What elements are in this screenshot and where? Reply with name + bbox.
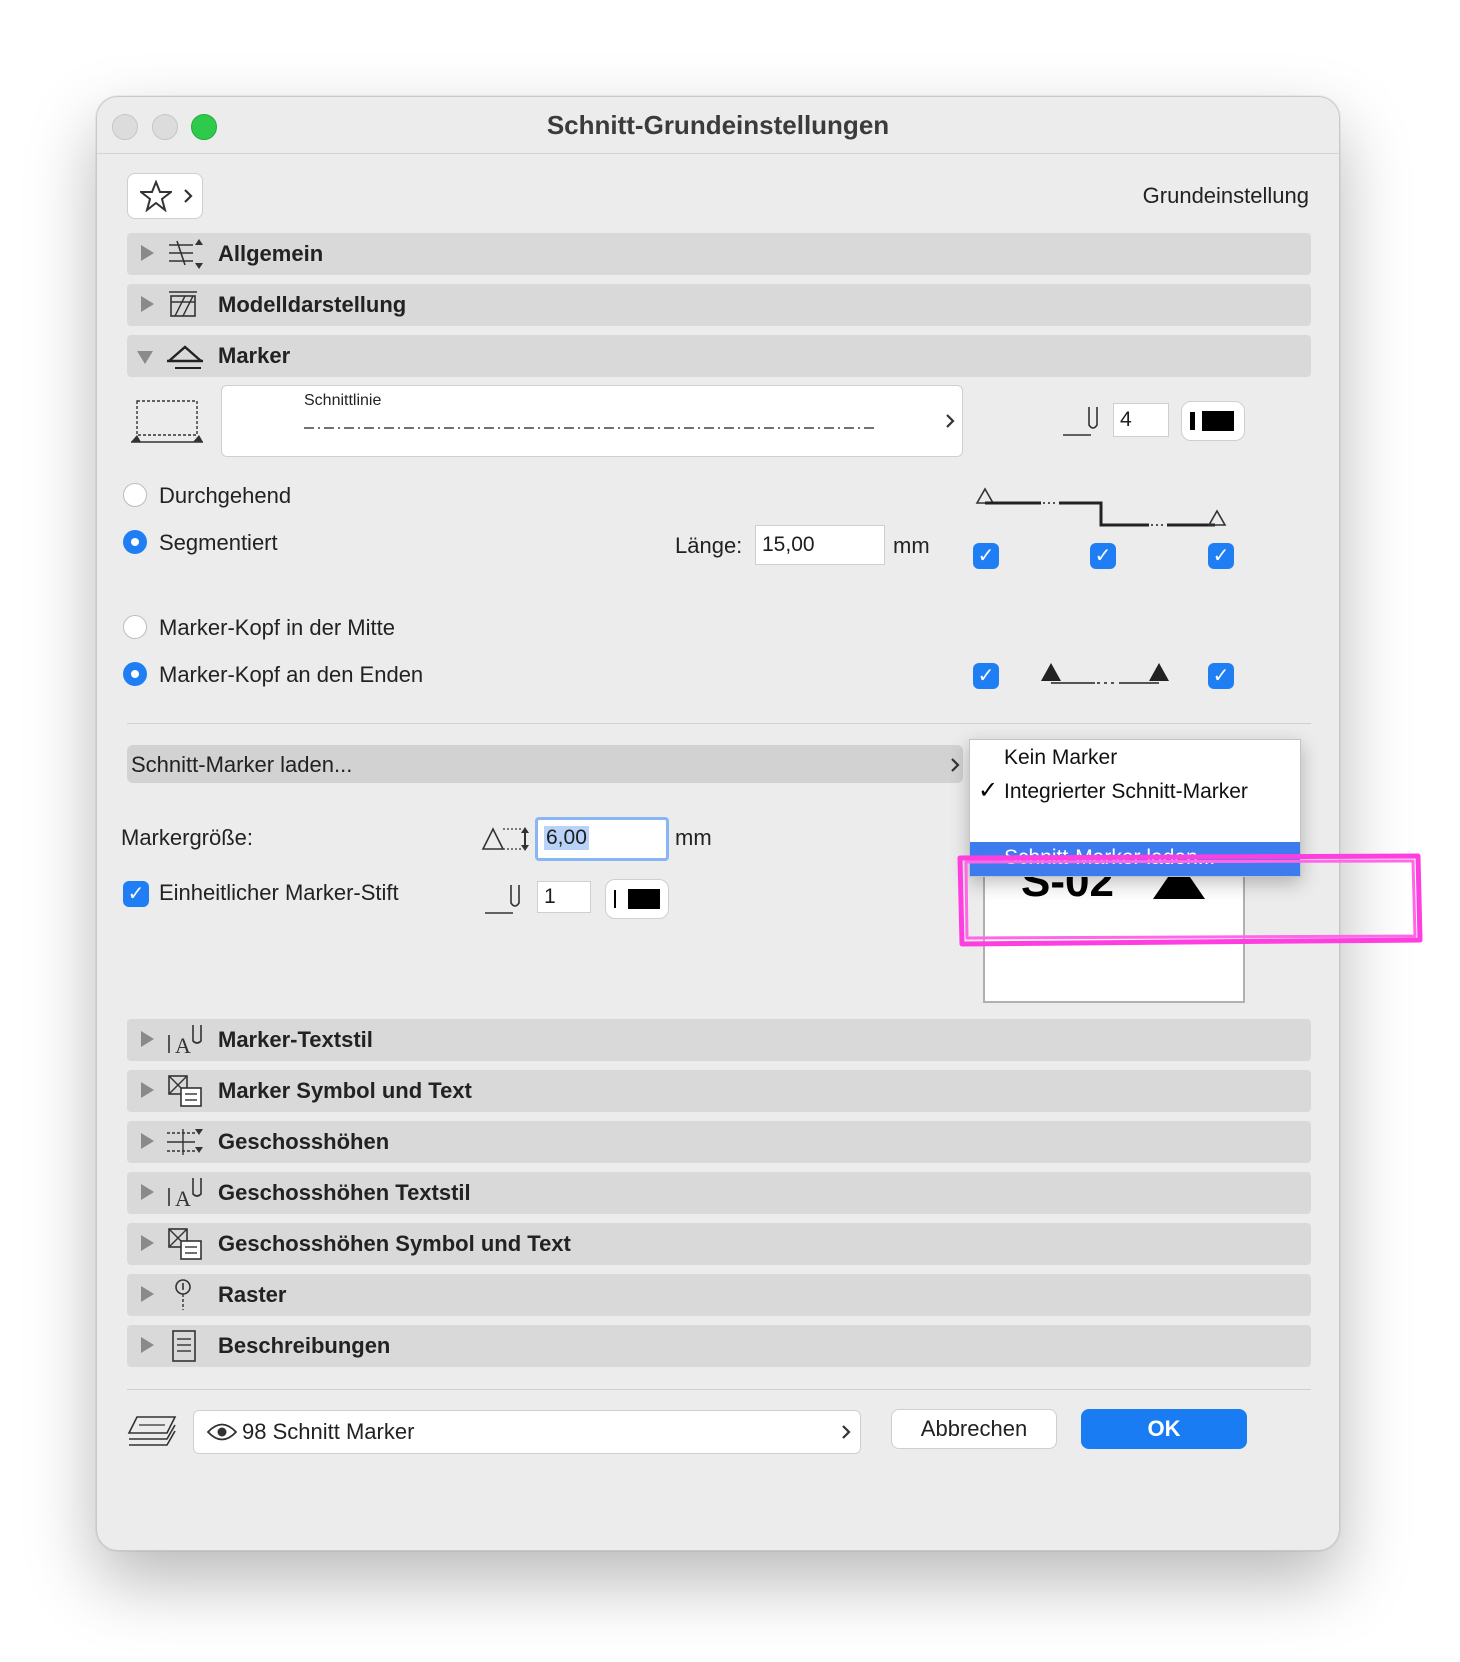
annotation-highlight-frame xyxy=(957,853,1423,947)
